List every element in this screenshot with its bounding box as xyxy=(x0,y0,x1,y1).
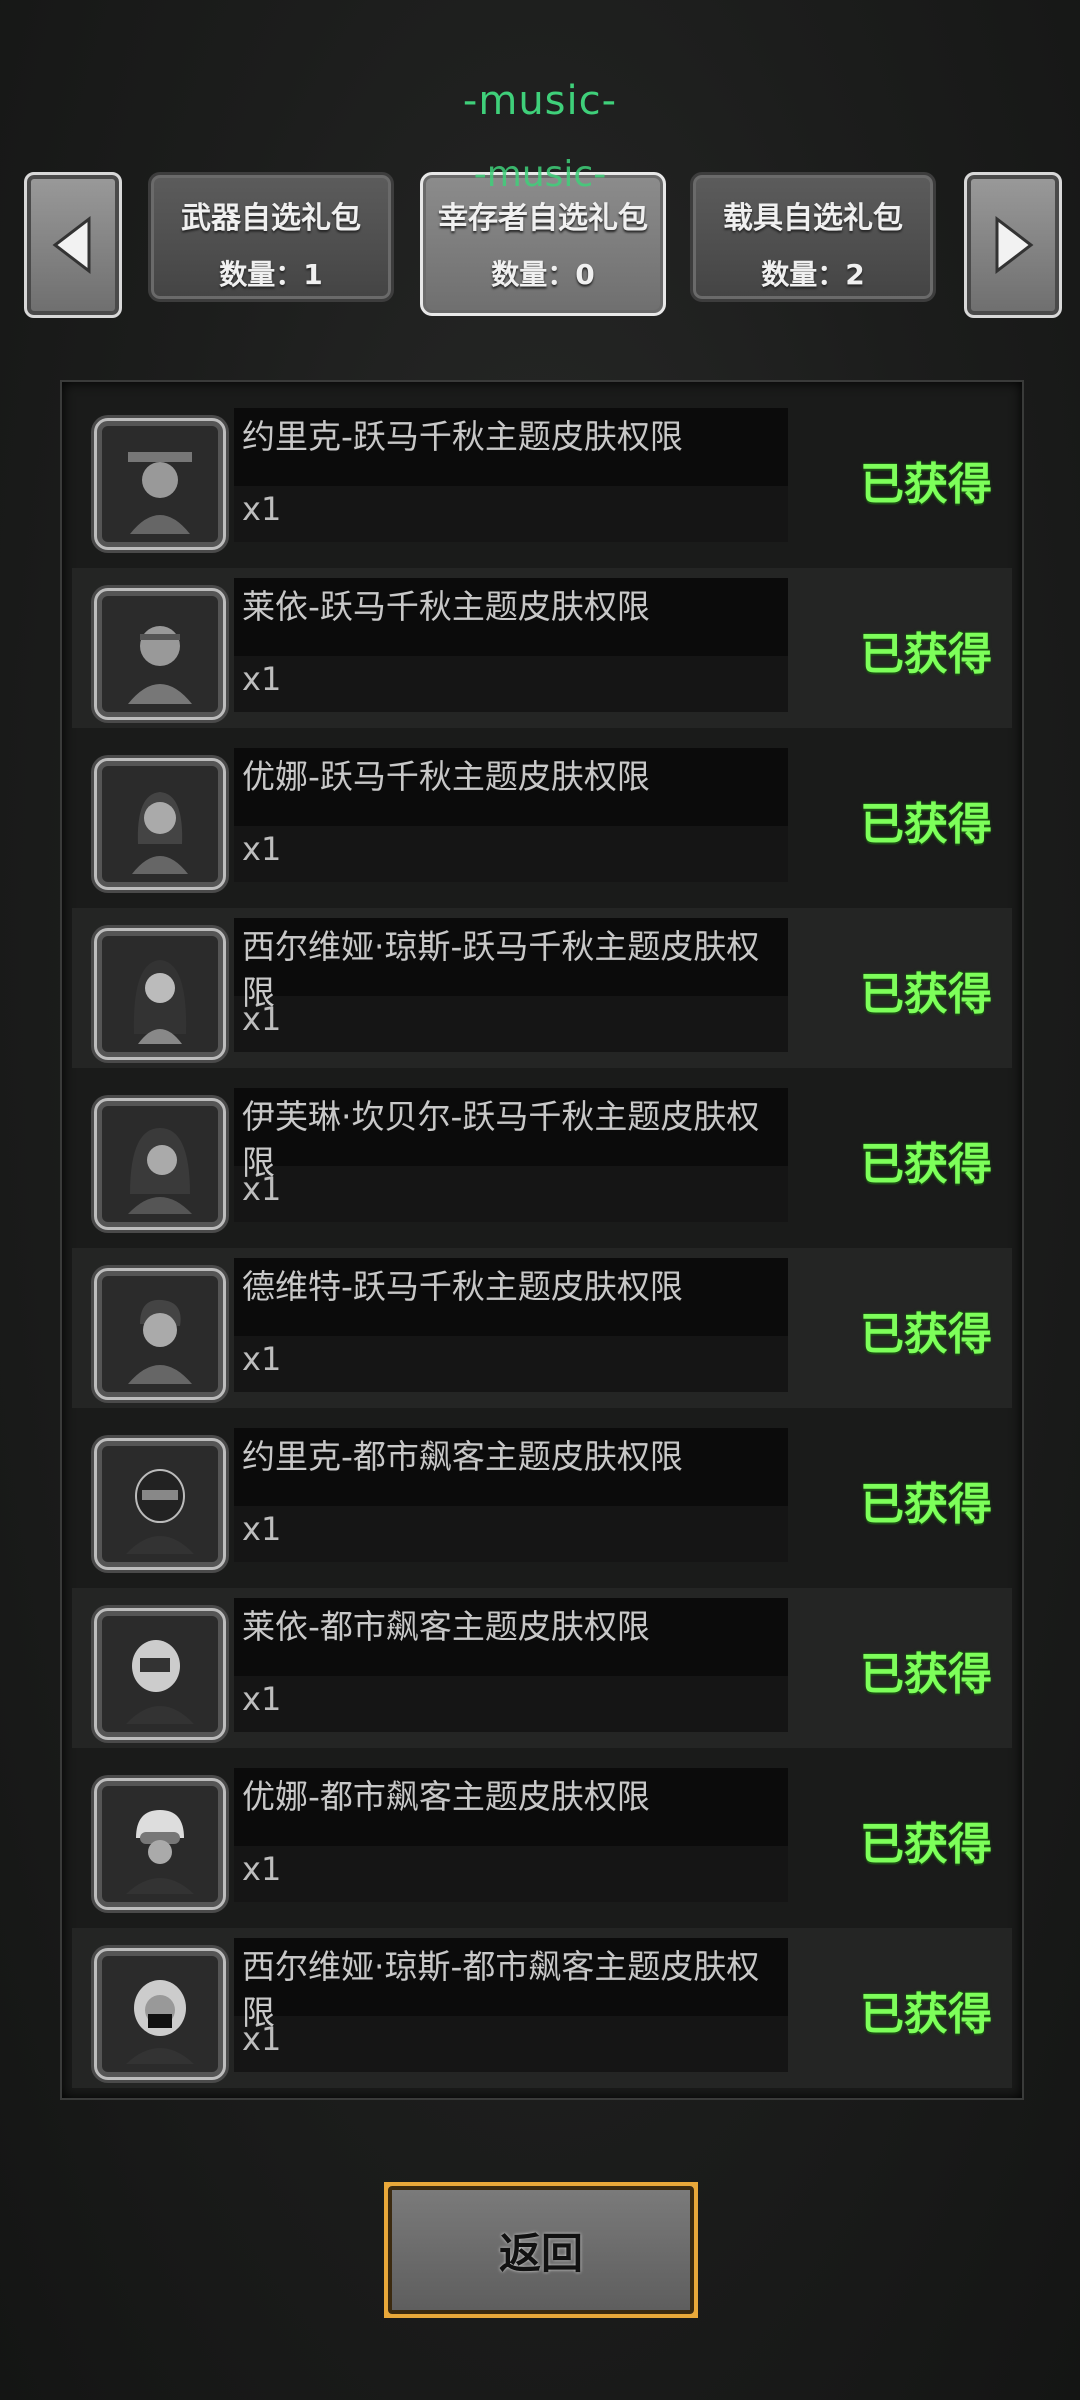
return-label: 返回 xyxy=(498,2228,583,2278)
return-button[interactable]: 返回 xyxy=(384,2182,698,2318)
item-quantity: x1 xyxy=(242,830,282,868)
tab-title: 武器自选礼包 xyxy=(181,201,361,236)
obtained-status: 已获得 xyxy=(860,1479,992,1530)
qty-box xyxy=(234,1506,788,1562)
obtained-status: 已获得 xyxy=(860,1819,992,1870)
headband-man-portrait xyxy=(94,588,226,720)
item-name: 西尔维娅·琼斯-都市飙客主题皮肤权限 xyxy=(242,1947,760,2032)
item-name: 莱依-都市飙客主题皮肤权限 xyxy=(242,1607,650,1646)
long-hair-woman-portrait xyxy=(94,928,226,1060)
item-name: 西尔维娅·琼斯-跃马千秋主题皮肤权限 xyxy=(242,927,760,1012)
item-quantity: x1 xyxy=(242,1850,282,1888)
hooded-woman-portrait xyxy=(94,1098,226,1230)
list-item: 莱依-跃马千秋主题皮肤权限 x1 已获得 xyxy=(72,568,1012,728)
item-quantity: x1 xyxy=(242,1000,282,1038)
qty-box xyxy=(234,1336,788,1392)
tab-title: 幸存者自选礼包 xyxy=(438,201,648,236)
music-overlay-tab: -music- xyxy=(473,154,607,195)
man-portrait xyxy=(94,1268,226,1400)
tab-count: 数量：2 xyxy=(761,258,865,291)
obtained-status: 已获得 xyxy=(860,969,992,1020)
frame-corner xyxy=(660,2182,698,2220)
list-item: 西尔维娅·琼斯-都市飙客主题皮肤权限 x1 已获得 xyxy=(72,1928,1012,2088)
helmet-rider-portrait xyxy=(94,1438,226,1570)
frame-corner xyxy=(660,2280,698,2318)
tab-count: 数量：0 xyxy=(491,258,595,291)
item-quantity: x1 xyxy=(242,660,282,698)
list-item: 优娜-都市飙客主题皮肤权限 x1 已获得 xyxy=(72,1758,1012,1918)
triangle-right-icon xyxy=(995,215,1034,275)
triangle-left-icon xyxy=(52,215,91,275)
list-item: 德维特-跃马千秋主题皮肤权限 x1 已获得 xyxy=(72,1248,1012,1408)
list-item: 莱依-都市飙客主题皮肤权限 x1 已获得 xyxy=(72,1588,1012,1748)
obtained-status: 已获得 xyxy=(860,629,992,680)
frame-corner xyxy=(384,2280,422,2318)
obtained-status: 已获得 xyxy=(860,799,992,850)
item-name: 德维特-跃马千秋主题皮肤权限 xyxy=(242,1267,683,1306)
tab-count: 数量：1 xyxy=(219,258,323,291)
list-item: 西尔维娅·琼斯-跃马千秋主题皮肤权限 x1 已获得 xyxy=(72,908,1012,1068)
reward-list[interactable]: 约里克-跃马千秋主题皮肤权限 x1 已获得 莱依-跃马千秋主题皮肤权限 x1 已… xyxy=(60,380,1024,2100)
qty-box xyxy=(234,486,788,542)
obtained-status: 已获得 xyxy=(860,1139,992,1190)
item-quantity: x1 xyxy=(242,490,282,528)
visor-rider-portrait xyxy=(94,1608,226,1740)
item-quantity: x1 xyxy=(242,1680,282,1718)
item-name: 约里克-都市飙客主题皮肤权限 xyxy=(242,1437,683,1476)
qty-box xyxy=(234,656,788,712)
hat-man-portrait xyxy=(94,418,226,550)
list-item: 约里克-跃马千秋主题皮肤权限 x1 已获得 xyxy=(72,398,1012,558)
qty-box xyxy=(234,1846,788,1902)
goggles-rider-portrait xyxy=(94,1778,226,1910)
item-name: 伊芙琳·坎贝尔-跃马千秋主题皮肤权限 xyxy=(242,1097,760,1182)
obtained-status: 已获得 xyxy=(860,1309,992,1360)
item-quantity: x1 xyxy=(242,1170,282,1208)
item-name: 约里克-跃马千秋主题皮肤权限 xyxy=(242,417,683,456)
list-item: 约里克-都市飙客主题皮肤权限 x1 已获得 xyxy=(72,1418,1012,1578)
frame-corner xyxy=(384,2182,422,2220)
obtained-status: 已获得 xyxy=(860,1649,992,1700)
item-name: 优娜-都市飙客主题皮肤权限 xyxy=(242,1777,650,1816)
list-item: 优娜-跃马千秋主题皮肤权限 x1 已获得 xyxy=(72,738,1012,898)
qty-box xyxy=(234,826,788,882)
item-quantity: x1 xyxy=(242,1340,282,1378)
item-name: 莱依-跃马千秋主题皮肤权限 xyxy=(242,587,650,626)
item-quantity: x1 xyxy=(242,2020,282,2058)
obtained-status: 已获得 xyxy=(860,1989,992,2040)
item-name: 优娜-跃马千秋主题皮肤权限 xyxy=(242,757,650,796)
obtained-status: 已获得 xyxy=(860,459,992,510)
woman-portrait xyxy=(94,758,226,890)
music-overlay-top: -music- xyxy=(462,78,618,124)
masked-rider-portrait xyxy=(94,1948,226,2080)
list-item: 伊芙琳·坎贝尔-跃马千秋主题皮肤权限 x1 已获得 xyxy=(72,1078,1012,1238)
item-quantity: x1 xyxy=(242,1510,282,1548)
qty-box xyxy=(234,1676,788,1732)
tab-title: 载具自选礼包 xyxy=(723,201,903,236)
